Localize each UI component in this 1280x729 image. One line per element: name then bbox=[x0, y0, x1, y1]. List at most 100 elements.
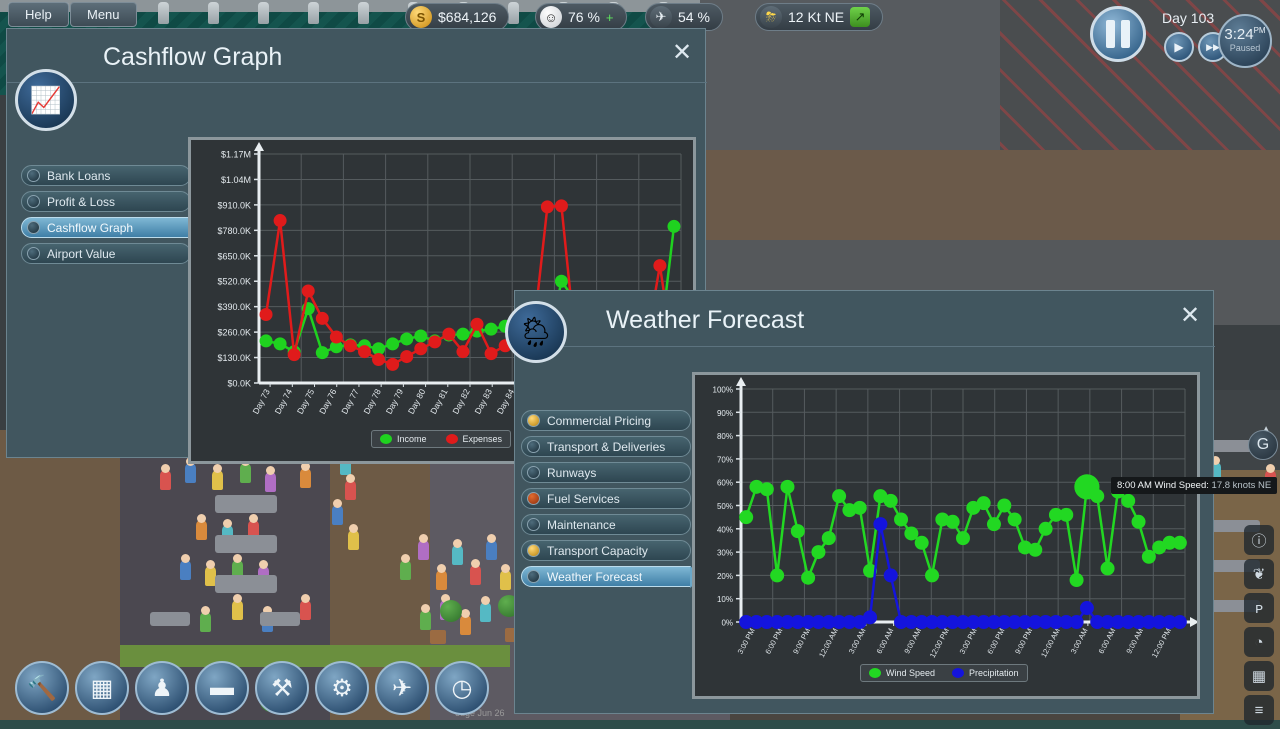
staff-icon[interactable]: ♟ bbox=[135, 661, 189, 715]
sidebar-item-cashflow-graph[interactable]: Cashflow Graph bbox=[21, 217, 203, 239]
megaphone-icon[interactable]: ᴘ bbox=[1244, 593, 1274, 623]
weather-forecast-window: Weather Forecast ✕ 🌦 Commercial Pricing … bbox=[505, 290, 1278, 714]
svg-text:3:00 AM: 3:00 AM bbox=[847, 627, 868, 656]
seat-block bbox=[150, 612, 190, 626]
runway-icon bbox=[527, 466, 540, 479]
grid-view-icon[interactable]: ▦ bbox=[1244, 661, 1274, 691]
truck-icon bbox=[527, 440, 540, 453]
passenger-satisfaction-stat[interactable]: ☺ 76 % + bbox=[535, 3, 627, 31]
ped bbox=[436, 564, 447, 590]
coin-icon: S bbox=[410, 6, 432, 28]
cashflow-chart-icon: 📈 bbox=[15, 69, 77, 131]
sidebar-label: Transport & Deliveries bbox=[547, 439, 666, 454]
weather-stat[interactable]: ⛈ 12 Kt NE ↗ bbox=[755, 3, 884, 31]
operations-gears-icon[interactable]: ⚙ bbox=[315, 661, 369, 715]
svg-text:12:00 AM: 12:00 AM bbox=[817, 627, 840, 659]
expenses-legend-swatch bbox=[445, 434, 458, 444]
cashflow-window-title: Cashflow Graph bbox=[103, 43, 283, 71]
clock-state-label: Paused bbox=[1229, 43, 1261, 53]
speed-1-button[interactable]: ▶ bbox=[1164, 32, 1194, 62]
sidebar-label: Weather Forecast bbox=[547, 569, 643, 584]
sidebar-label: Cashflow Graph bbox=[47, 220, 134, 235]
airline-satisfaction-stat[interactable]: ✈ 54 % bbox=[645, 3, 723, 31]
tornado-icon[interactable]: ◔ bbox=[1244, 627, 1274, 657]
svg-text:Day 79: Day 79 bbox=[384, 387, 406, 416]
wind-speed-legend-label: Wind Speed bbox=[886, 668, 936, 678]
pause-button[interactable] bbox=[1090, 6, 1146, 62]
ped bbox=[185, 457, 196, 483]
svg-text:Day 78: Day 78 bbox=[361, 387, 383, 416]
sidebar-label: Profit & Loss bbox=[47, 194, 116, 209]
sidebar-item-bank-loans[interactable]: Bank Loans bbox=[21, 165, 191, 186]
settings-sliders-icon[interactable]: ≡ bbox=[1244, 695, 1274, 725]
cashflow-close-button[interactable]: ✕ bbox=[669, 41, 695, 67]
app-root: 18 edge Jun 26 Help Menu S $684,126 ☺ 76… bbox=[0, 0, 1280, 725]
weather-titlebar: Weather Forecast ✕ bbox=[515, 291, 1215, 347]
money-stat[interactable]: S $684,126 bbox=[405, 3, 510, 31]
seat-block bbox=[215, 495, 277, 513]
sidebar-item-profit-loss[interactable]: Profit & Loss bbox=[21, 191, 191, 212]
weather-legend: Wind Speed Precipitation bbox=[860, 664, 1028, 682]
sidebar-item-commercial-pricing[interactable]: Commercial Pricing bbox=[521, 410, 691, 431]
svg-text:$130.0K: $130.0K bbox=[217, 353, 251, 363]
ped bbox=[200, 606, 211, 632]
sidebar-item-runways[interactable]: Runways bbox=[521, 462, 691, 483]
svg-text:30%: 30% bbox=[717, 549, 733, 558]
ped bbox=[212, 464, 223, 490]
tree bbox=[440, 600, 462, 622]
sidebar-item-fuel-services[interactable]: Fuel Services bbox=[521, 488, 691, 509]
airplanes-icon[interactable]: ✈ bbox=[375, 661, 429, 715]
menu-button[interactable]: Menu bbox=[70, 2, 137, 27]
precipitation-legend-label: Precipitation bbox=[969, 668, 1019, 678]
cashflow-titlebar: Cashflow Graph ✕ bbox=[7, 29, 707, 83]
sidebar-label: Commercial Pricing bbox=[547, 413, 652, 428]
seat-block bbox=[260, 612, 300, 626]
svg-text:$0.0K: $0.0K bbox=[227, 379, 251, 389]
cashflow-legend: Income Expenses bbox=[371, 430, 512, 448]
sidebar-item-transport-capacity[interactable]: Transport Capacity bbox=[521, 540, 691, 561]
sidebar-item-maintenance[interactable]: Maintenance bbox=[521, 514, 691, 535]
wind-direction-arrow: ↗ bbox=[850, 7, 871, 27]
ped bbox=[300, 594, 311, 620]
ped bbox=[160, 464, 171, 490]
sun-cloud-rain-icon: 🌦 bbox=[505, 301, 567, 363]
environment-leaf-icon[interactable]: ❦ bbox=[1244, 559, 1274, 589]
svg-text:6:00 PM: 6:00 PM bbox=[763, 627, 784, 656]
construction-icon[interactable]: ⚒ bbox=[255, 661, 309, 715]
bank-loans-bullet-icon bbox=[27, 169, 40, 182]
sidebar-item-airport-value[interactable]: Airport Value bbox=[21, 243, 191, 264]
clock-display[interactable]: 3:24PM Paused bbox=[1218, 14, 1272, 68]
svg-text:9:00 AM: 9:00 AM bbox=[1124, 627, 1145, 656]
svg-text:$1.04M: $1.04M bbox=[221, 175, 251, 185]
bottom-toolbar: 🔨 ▦ ♟ ▬ ⚒ ⚙ ✈ ◷ bbox=[0, 654, 520, 720]
ped bbox=[486, 534, 497, 560]
svg-text:80%: 80% bbox=[717, 432, 733, 441]
seat-block bbox=[215, 575, 277, 593]
info-icon[interactable]: ⓘ bbox=[1244, 525, 1274, 555]
profit-loss-bullet-icon bbox=[27, 195, 40, 208]
plant-pot bbox=[430, 630, 446, 644]
weather-title-divider bbox=[515, 346, 1215, 347]
help-button[interactable]: Help bbox=[8, 2, 69, 27]
satisfaction-value: 76 % bbox=[568, 9, 600, 25]
sidebar-item-weather-forecast[interactable]: Weather Forecast bbox=[521, 566, 703, 588]
expenses-legend-label: Expenses bbox=[462, 434, 503, 444]
svg-text:$390.0K: $390.0K bbox=[217, 302, 251, 312]
baggage-icon[interactable]: ▬ bbox=[195, 661, 249, 715]
airport-value-bullet-icon bbox=[27, 247, 40, 260]
sidebar-item-transport-deliveries[interactable]: Transport & Deliveries bbox=[521, 436, 691, 457]
sidebar-label: Fuel Services bbox=[547, 491, 620, 506]
flooring-tiles-icon[interactable]: ▦ bbox=[75, 661, 129, 715]
capacity-icon bbox=[527, 544, 540, 557]
svg-text:40%: 40% bbox=[717, 525, 733, 534]
ped bbox=[240, 457, 251, 483]
svg-text:Day 77: Day 77 bbox=[339, 387, 361, 416]
weather-close-button[interactable]: ✕ bbox=[1177, 304, 1203, 330]
time-clock-icon[interactable]: ◷ bbox=[435, 661, 489, 715]
svg-text:3:00 AM: 3:00 AM bbox=[1069, 627, 1090, 656]
airline-value: 54 % bbox=[678, 9, 710, 25]
gate-overlay-button[interactable]: G bbox=[1248, 430, 1278, 460]
sidebar-label: Bank Loans bbox=[47, 168, 111, 183]
ped bbox=[500, 564, 511, 590]
build-hammer-icon[interactable]: 🔨 bbox=[15, 661, 69, 715]
